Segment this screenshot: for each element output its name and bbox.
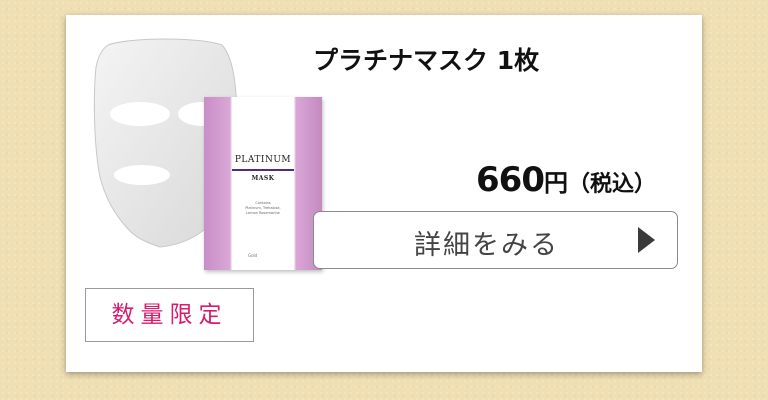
package-subtitle: MASK — [251, 175, 275, 182]
product-price: 660円（税込） — [476, 160, 656, 200]
price-currency: 円 — [543, 169, 568, 197]
package-title: PLATINUM — [234, 155, 292, 165]
product-image: PLATINUM MASK Contains Platinum, Trehalo… — [90, 37, 322, 287]
package-divider — [232, 169, 294, 171]
view-details-label: 詳細をみる — [414, 230, 559, 261]
product-title: プラチナマスク 1枚 — [313, 46, 540, 75]
play-triangle-icon — [638, 227, 655, 253]
limited-quantity-badge: 数量限定 — [85, 288, 254, 342]
mask-package: PLATINUM MASK Contains Platinum, Trehalo… — [204, 97, 322, 270]
package-brand: Gold — [248, 253, 258, 258]
package-fine-print-line: Lemon Rosemarine — [246, 211, 280, 215]
package-fine-print: Contains Platinum, Trehalose, Lemon Rose… — [232, 201, 294, 216]
price-value: 660 — [476, 160, 545, 200]
package-center-band — [232, 97, 294, 270]
product-card: PLATINUM MASK Contains Platinum, Trehalo… — [66, 15, 702, 372]
price-tax-note: （税込） — [567, 172, 656, 197]
view-details-button[interactable]: 詳細をみる — [313, 211, 678, 269]
